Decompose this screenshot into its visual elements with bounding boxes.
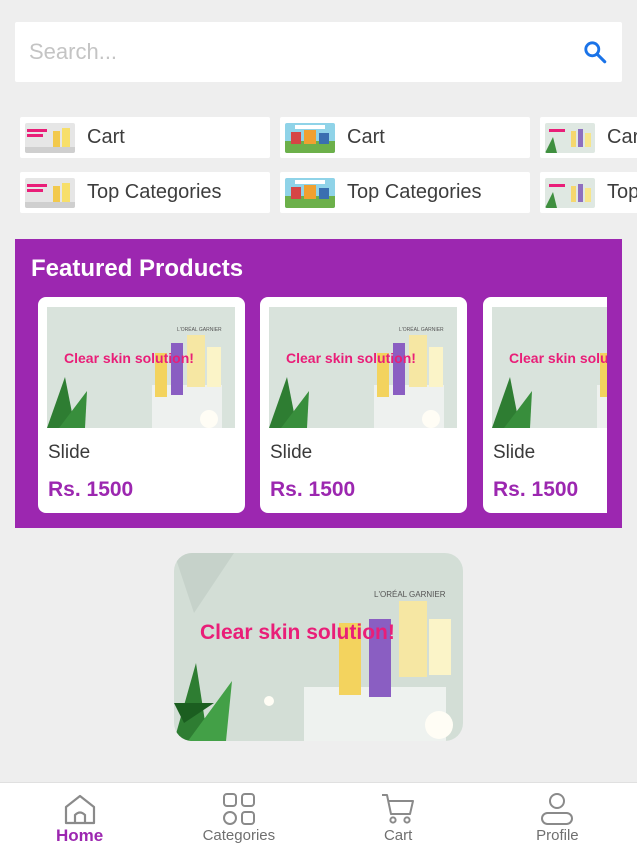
search-icon[interactable] (582, 39, 608, 65)
chip-cart[interactable]: Cart (20, 117, 270, 158)
chip-thumbnail (285, 122, 335, 153)
promo-text: Clear skin solution! (509, 350, 607, 366)
chip-label: Cart (87, 126, 125, 148)
chip-label: Top Categories (607, 181, 637, 203)
profile-icon (541, 793, 574, 825)
chip-label: Top Categories (87, 181, 222, 203)
nav-categories[interactable]: Categories (159, 783, 318, 853)
chip-thumbnail (25, 177, 75, 208)
banner-promo-text: Clear skin solution! (200, 621, 395, 644)
nav-label: Home (56, 826, 104, 845)
featured-products-section: Featured Products Clear skin solution! L… (15, 239, 622, 528)
nav-profile[interactable]: Profile (478, 783, 637, 853)
chip-label: Cart (347, 126, 385, 148)
product-name: Slide (48, 442, 91, 463)
nav-home[interactable]: Home (0, 783, 159, 853)
nav-label: Categories (202, 827, 276, 844)
chip-cart[interactable]: Cart (280, 117, 530, 158)
product-price: Rs. 1500 (48, 478, 134, 501)
product-price: Rs. 1500 (270, 478, 356, 501)
product-image: Clear skin solution! L'ORÉAL GARNIER (269, 307, 457, 428)
bottom-navigation: Home Categories Cart Profile (0, 782, 637, 853)
product-price: Rs. 1500 (493, 478, 579, 501)
product-card[interactable]: Clear skin solution! L'ORÉAL GARNIER Sli… (38, 297, 245, 513)
product-name: Slide (270, 442, 313, 463)
chip-top-categories[interactable]: Top Categories (540, 172, 637, 213)
product-card[interactable]: Clear skin solution! L'ORÉAL GARNIER Sli… (483, 297, 607, 513)
chip-top-categories[interactable]: Top Categories (20, 172, 270, 213)
chip-label: Cart (607, 126, 637, 148)
chip-top-categories[interactable]: Top Categories (280, 172, 530, 213)
cart-icon (382, 794, 415, 824)
chip-thumbnail (545, 177, 595, 208)
category-chips: Cart Cart Cart Top Categories Top Catego… (20, 117, 637, 217)
chip-cart[interactable]: Cart (540, 117, 637, 158)
search-input[interactable] (29, 39, 582, 65)
nav-label: Profile (536, 827, 579, 844)
section-title: Featured Products (31, 255, 244, 282)
categories-icon (222, 793, 255, 825)
chip-thumbnail (285, 177, 335, 208)
chip-thumbnail (25, 122, 75, 153)
product-image: Clear skin solution! L'ORÉAL GARNIER (492, 307, 607, 428)
banner-brand-text: L'ORÉAL GARNIER (374, 590, 446, 599)
promo-text: Clear skin solution! (286, 350, 416, 366)
chip-label: Top Categories (347, 181, 482, 203)
brand-text: L'ORÉAL GARNIER (399, 326, 444, 333)
home-icon (64, 794, 95, 825)
chip-thumbnail (545, 122, 595, 153)
nav-cart[interactable]: Cart (319, 783, 478, 853)
search-bar (15, 22, 622, 82)
product-image: Clear skin solution! L'ORÉAL GARNIER (47, 307, 235, 428)
nav-label: Cart (383, 827, 413, 844)
product-card[interactable]: Clear skin solution! L'ORÉAL GARNIER Sli… (260, 297, 467, 513)
brand-text: L'ORÉAL GARNIER (177, 326, 222, 333)
promo-banner[interactable]: Clear skin solution! L'ORÉAL GARNIER (174, 553, 463, 741)
promo-text: Clear skin solution! (64, 350, 194, 366)
product-name: Slide (493, 442, 536, 463)
product-carousel[interactable]: Clear skin solution! L'ORÉAL GARNIER Sli… (38, 297, 607, 513)
